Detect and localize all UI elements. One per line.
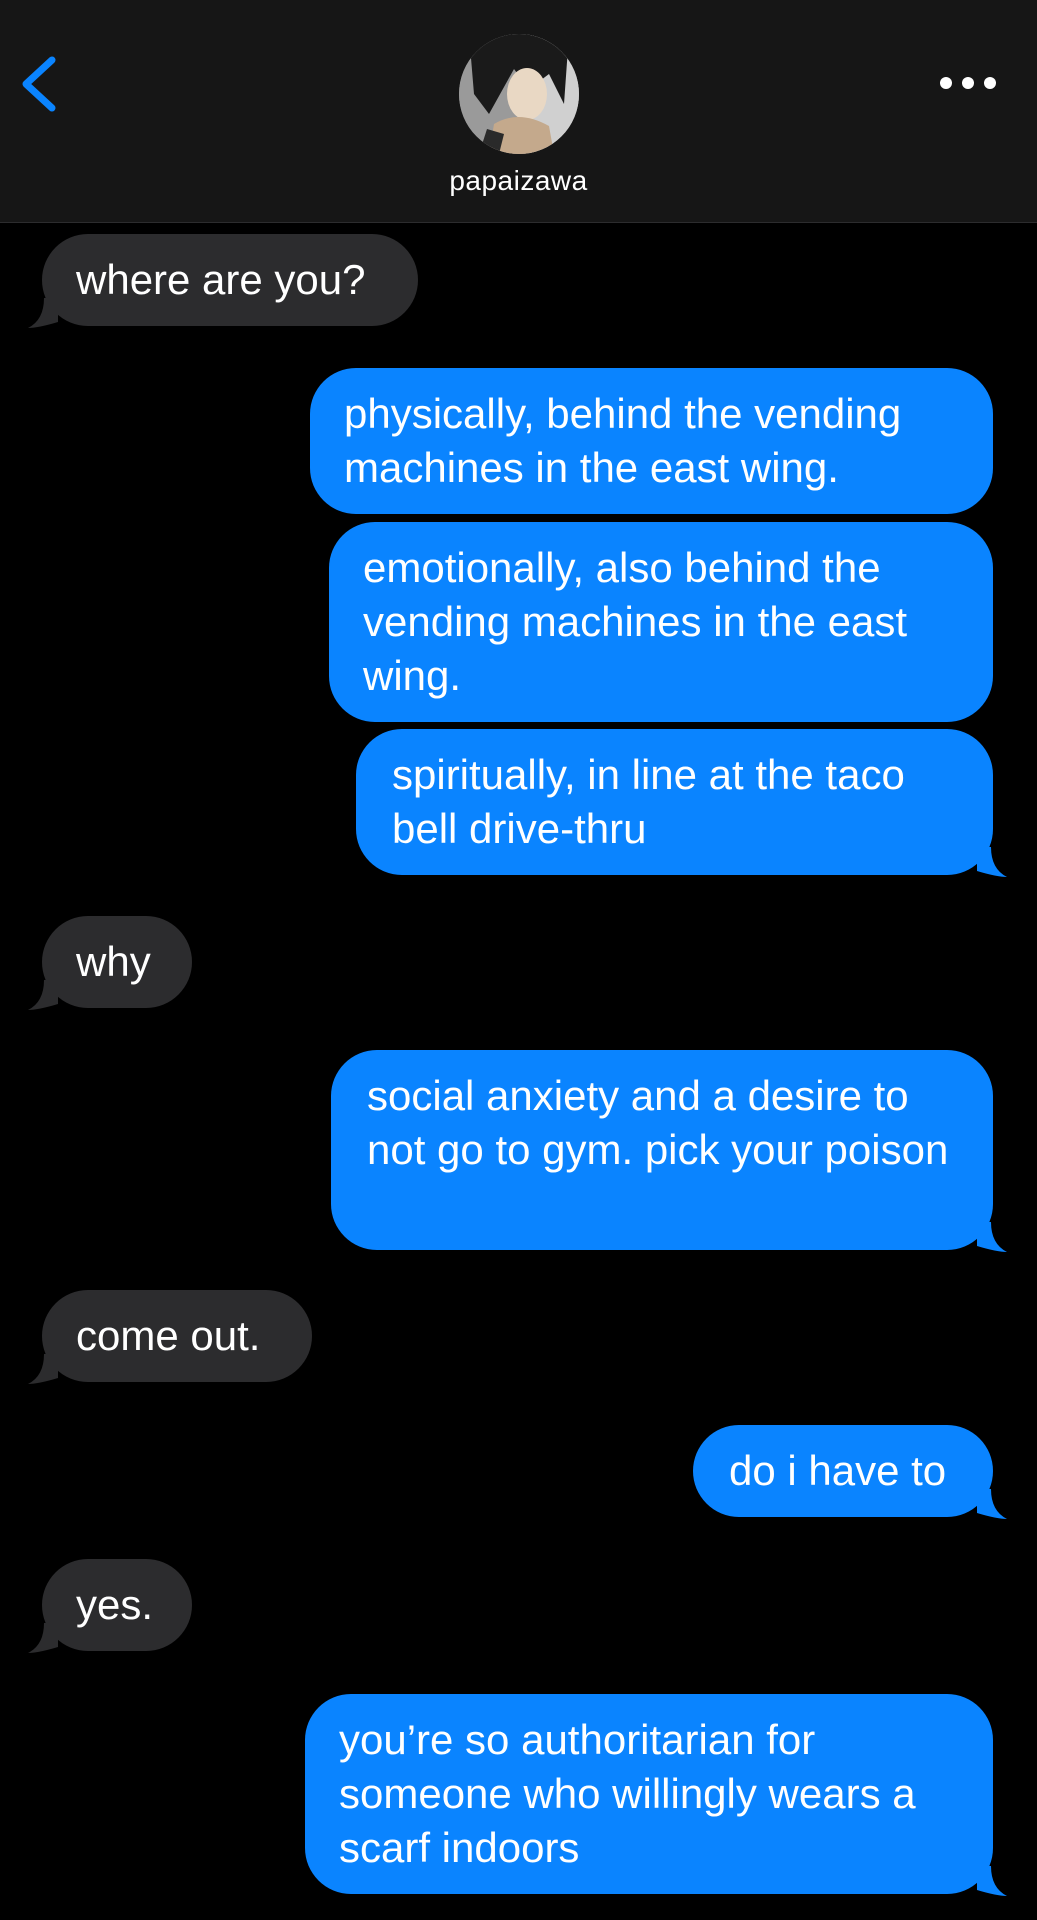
message-bubble-sent[interactable]: emotionally, also behind the vending mac… xyxy=(329,522,993,722)
message-text: spiritually, in line at the taco bell dr… xyxy=(392,751,905,852)
message-text: come out. xyxy=(76,1312,261,1359)
message-bubble-received[interactable]: yes. xyxy=(28,1559,192,1653)
message-bubble-sent[interactable]: you’re so authoritarian for someone who … xyxy=(305,1694,1007,1896)
message-bubble-received[interactable]: why xyxy=(28,916,192,1010)
message-bubble-received[interactable]: come out. xyxy=(28,1290,312,1384)
message-bubble-sent[interactable]: physically, behind the vending machines … xyxy=(310,368,993,514)
message-bubble-sent[interactable]: spiritually, in line at the taco bell dr… xyxy=(356,729,1007,877)
message-thread[interactable]: where are you? physically, behind the ve… xyxy=(0,222,1037,1920)
bubble-tail-icon xyxy=(28,1354,58,1384)
avatar-image xyxy=(459,34,579,154)
bubble-tail-icon xyxy=(977,1489,1007,1519)
message-text: do i have to xyxy=(729,1447,947,1494)
message-text: physically, behind the vending machines … xyxy=(344,390,902,491)
back-button[interactable] xyxy=(12,48,72,118)
contact-name[interactable]: papaizawa xyxy=(0,165,1037,197)
message-text: yes. xyxy=(76,1581,154,1628)
bubble-tail-icon xyxy=(28,1623,58,1653)
message-text: social anxiety and a desire to not go to… xyxy=(367,1072,949,1173)
chevron-left-icon xyxy=(22,56,56,112)
message-bubble-received[interactable]: where are you? xyxy=(28,234,418,328)
message-text: you’re so authoritarian for someone who … xyxy=(339,1716,916,1871)
bubble-tail-icon xyxy=(977,1222,1007,1252)
message-bubble-sent[interactable]: social anxiety and a desire to not go to… xyxy=(331,1050,1007,1252)
more-options-button[interactable] xyxy=(935,68,1001,98)
message-bubble-sent[interactable]: do i have to xyxy=(693,1425,1007,1519)
message-text: why xyxy=(76,938,151,985)
bubble-tail-icon xyxy=(28,980,58,1010)
chat-header: papaizawa xyxy=(0,0,1037,223)
bubble-tail-icon xyxy=(28,298,58,328)
bubble-tail-icon xyxy=(977,1866,1007,1896)
message-text: where are you? xyxy=(76,256,366,303)
contact-avatar[interactable] xyxy=(459,34,579,154)
ellipsis-icon xyxy=(940,77,996,89)
bubble-tail-icon xyxy=(977,847,1007,877)
message-text: emotionally, also behind the vending mac… xyxy=(363,544,908,699)
